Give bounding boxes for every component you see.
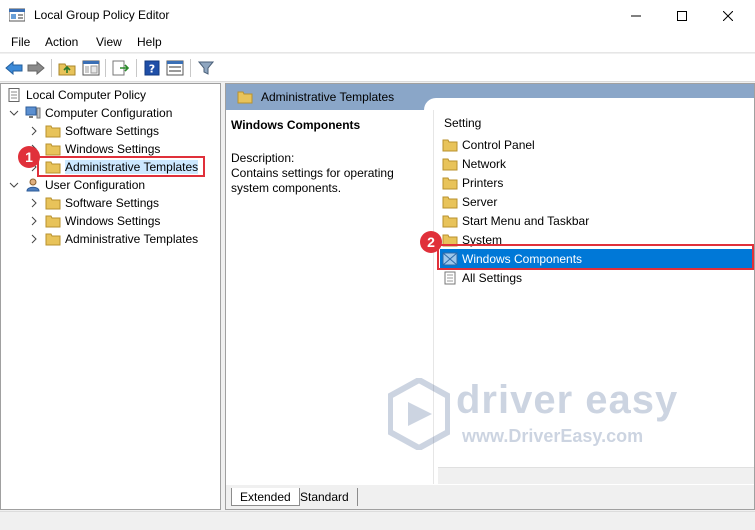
description-text: Contains settings for operating system c… xyxy=(231,166,394,195)
filter-button[interactable] xyxy=(196,58,216,78)
watermark: driver easy www.DriverEasy.com xyxy=(388,378,718,458)
tree-label: Administrative Templates xyxy=(65,232,199,246)
toolbar: ? xyxy=(0,54,755,82)
list-item-label: Control Panel xyxy=(462,137,535,152)
folder-icon xyxy=(442,177,458,189)
tab-standard[interactable]: Standard xyxy=(292,488,358,506)
menu-file[interactable]: File xyxy=(11,35,30,49)
folder-icon xyxy=(45,233,61,246)
back-arrow-icon xyxy=(5,61,23,75)
computer-icon xyxy=(25,106,41,119)
folder-icon xyxy=(442,196,458,208)
tree-item-user-configuration[interactable]: User Configuration xyxy=(9,176,145,194)
show-hide-tree-icon xyxy=(82,60,100,76)
forward-button[interactable] xyxy=(26,58,46,78)
folder-icon xyxy=(45,143,61,156)
folder-icon xyxy=(442,158,458,170)
export-list-icon xyxy=(112,60,130,76)
close-icon xyxy=(723,10,733,21)
menu-bar: File Action View Help xyxy=(0,31,755,53)
list-item-label: Start Menu and Taskbar xyxy=(462,213,590,228)
chevron-right-icon[interactable] xyxy=(29,234,39,244)
folder-icon xyxy=(237,91,253,104)
window-title: Local Group Policy Editor xyxy=(34,8,170,22)
minimize-button[interactable] xyxy=(613,0,659,31)
chevron-down-icon[interactable] xyxy=(9,180,19,190)
setting-column-header[interactable]: Setting xyxy=(444,116,481,130)
properties-icon xyxy=(166,60,184,76)
folder-icon xyxy=(442,215,458,227)
list-item-label: All Settings xyxy=(462,270,523,285)
tree-item-user-administrative-templates[interactable]: Administrative Templates xyxy=(29,230,198,248)
view-tabs: Extended Standard xyxy=(226,485,754,509)
show-hide-tree-button[interactable] xyxy=(81,58,101,78)
minimize-icon xyxy=(631,15,641,16)
tree-label: Local Computer Policy xyxy=(26,88,147,102)
chevron-down-icon[interactable] xyxy=(9,108,19,118)
folder-icon xyxy=(442,139,458,151)
annotation-badge-1: 1 xyxy=(18,146,40,168)
user-icon xyxy=(26,178,40,192)
chevron-right-icon[interactable] xyxy=(29,216,39,226)
horizontal-scrollbar[interactable] xyxy=(438,467,754,484)
group-policy-app-icon xyxy=(9,8,25,22)
tree-label: Windows Settings xyxy=(65,214,161,228)
annotation-highlight-windows-components xyxy=(437,244,754,270)
tree-label: Windows Settings xyxy=(65,142,161,156)
tree-label: Computer Configuration xyxy=(45,106,173,120)
back-button[interactable] xyxy=(4,58,24,78)
list-item-label: Network xyxy=(462,156,507,171)
help-button[interactable]: ? xyxy=(142,58,162,78)
annotation-highlight-administrative-templates xyxy=(37,156,205,177)
tree-item-user-windows-settings[interactable]: Windows Settings xyxy=(29,212,160,230)
list-item-label: Printers xyxy=(462,175,504,190)
list-item-control-panel[interactable]: Control Panel xyxy=(440,135,752,154)
maximize-button[interactable] xyxy=(659,0,705,31)
tree-item-computer-software-settings[interactable]: Software Settings xyxy=(29,122,159,140)
up-one-level-button[interactable] xyxy=(57,58,77,78)
help-icon: ? xyxy=(144,60,160,76)
properties-button[interactable] xyxy=(165,58,185,78)
watermark-brand: driver easy xyxy=(456,378,679,422)
tree-label: Software Settings xyxy=(65,124,160,138)
tree-label: Software Settings xyxy=(65,196,160,210)
tab-extended[interactable]: Extended xyxy=(231,488,300,506)
list-item-server[interactable]: Server xyxy=(440,192,752,211)
tree-item-computer-configuration[interactable]: Computer Configuration xyxy=(9,104,172,122)
list-item-all-settings[interactable]: All Settings xyxy=(440,268,752,287)
annotation-badge-2: 2 xyxy=(420,231,442,253)
tree-item-local-computer-policy[interactable]: Local Computer Policy xyxy=(6,86,146,104)
export-list-button[interactable] xyxy=(111,58,131,78)
driver-easy-logo-icon xyxy=(388,378,450,450)
maximize-icon xyxy=(677,10,687,21)
details-header-title: Administrative Templates xyxy=(261,90,395,104)
description-title: Windows Components xyxy=(231,118,361,132)
details-header: Administrative Templates xyxy=(226,84,754,110)
chevron-right-icon[interactable] xyxy=(29,126,39,136)
list-item-start-menu-and-taskbar[interactable]: Start Menu and Taskbar xyxy=(440,211,752,230)
list-item-label: Server xyxy=(462,194,498,209)
menu-help[interactable]: Help xyxy=(137,35,162,49)
folder-icon xyxy=(45,125,61,138)
menu-view[interactable]: View xyxy=(96,35,122,49)
menu-action[interactable]: Action xyxy=(45,35,78,49)
description-label: Description: xyxy=(231,151,295,165)
folder-icon xyxy=(45,197,61,210)
list-item-printers[interactable]: Printers xyxy=(440,173,752,192)
all-settings-icon xyxy=(444,271,456,284)
title-bar: Local Group Policy Editor xyxy=(0,0,755,31)
folder-icon xyxy=(45,215,61,228)
watermark-url: www.DriverEasy.com xyxy=(462,426,644,446)
filter-icon xyxy=(198,61,214,75)
tree-label: User Configuration xyxy=(45,178,146,192)
chevron-right-icon[interactable] xyxy=(29,198,39,208)
status-bar xyxy=(0,511,755,530)
policy-document-icon xyxy=(8,88,20,102)
svg-text:?: ? xyxy=(149,63,155,76)
tree-item-user-software-settings[interactable]: Software Settings xyxy=(29,194,159,212)
close-button[interactable] xyxy=(705,0,751,31)
list-item-network[interactable]: Network xyxy=(440,154,752,173)
up-folder-icon xyxy=(58,63,76,76)
forward-arrow-icon xyxy=(27,61,45,75)
